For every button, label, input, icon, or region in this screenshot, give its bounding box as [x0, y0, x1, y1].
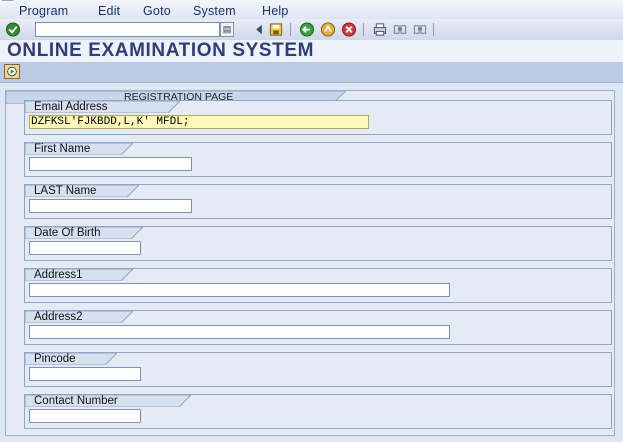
email-label: Email Address [34, 101, 108, 113]
address2-input[interactable] [29, 325, 450, 339]
first-name-group: First Name [24, 142, 612, 177]
menu-item-edit[interactable]: Edit [98, 4, 120, 18]
contact-number-input[interactable] [29, 409, 141, 423]
cancel-icon[interactable] [341, 22, 357, 37]
menu-item-goto[interactable]: Goto [143, 4, 171, 18]
execute-icon[interactable] [4, 64, 20, 79]
page-title: ONLINE EXAMINATION SYSTEM [7, 40, 315, 61]
screen-content: REGISTRATION PAGE Email Address DZFKSL'F… [0, 83, 623, 442]
first-name-label: First Name [34, 143, 91, 155]
find-icon[interactable] [392, 22, 408, 37]
dropdown-arrow-icon[interactable]: ▤ [220, 22, 234, 37]
toolbar-separator [433, 23, 434, 36]
address2-label: Address2 [34, 311, 83, 323]
address1-group: Address1 [24, 268, 612, 303]
standard-toolbar: ▤ [0, 19, 623, 41]
first-name-input[interactable] [29, 157, 192, 171]
pincode-group: Pincode [24, 352, 612, 387]
email-group: Email Address DZFKSL'FJKBDD,L,K' MFDL; [24, 100, 612, 135]
menu-item-help[interactable]: Help [262, 4, 289, 18]
app-menu-icon[interactable]: ▀▀ [2, 0, 15, 3]
pincode-input[interactable] [29, 367, 141, 381]
pincode-label: Pincode [34, 353, 76, 365]
toolbar-separator [290, 23, 291, 36]
print-icon[interactable] [372, 22, 388, 37]
application-toolbar [0, 62, 623, 83]
contact-number-group: Contact Number [24, 394, 612, 429]
menu-item-system[interactable]: System [193, 4, 236, 18]
date-of-birth-group: Date Of Birth [24, 226, 612, 261]
back-icon[interactable] [299, 22, 315, 37]
date-of-birth-label: Date Of Birth [34, 227, 101, 239]
title-bar: ONLINE EXAMINATION SYSTEM [0, 40, 623, 62]
contact-number-label: Contact Number [34, 395, 118, 407]
back-nav-icon[interactable] [251, 22, 267, 37]
find-next-icon[interactable] [412, 22, 428, 37]
date-of-birth-input[interactable] [29, 241, 141, 255]
last-name-label: LAST Name [34, 185, 97, 197]
email-input[interactable]: DZFKSL'FJKBDD,L,K' MFDL; [29, 115, 369, 129]
menu-bar: ▀▀ Program Edit Goto System Help [0, 0, 623, 19]
address1-input[interactable] [29, 283, 450, 297]
save-icon[interactable] [268, 22, 284, 37]
command-field[interactable] [35, 22, 220, 37]
exit-icon[interactable] [320, 22, 336, 37]
last-name-group: LAST Name [24, 184, 612, 219]
last-name-input[interactable] [29, 199, 192, 213]
address2-group: Address2 [24, 310, 612, 345]
toolbar-separator [363, 23, 364, 36]
enter-icon[interactable] [5, 22, 21, 37]
registration-frame: REGISTRATION PAGE Email Address DZFKSL'F… [5, 90, 615, 436]
address1-label: Address1 [34, 269, 83, 281]
menu-item-program[interactable]: Program [19, 4, 68, 18]
